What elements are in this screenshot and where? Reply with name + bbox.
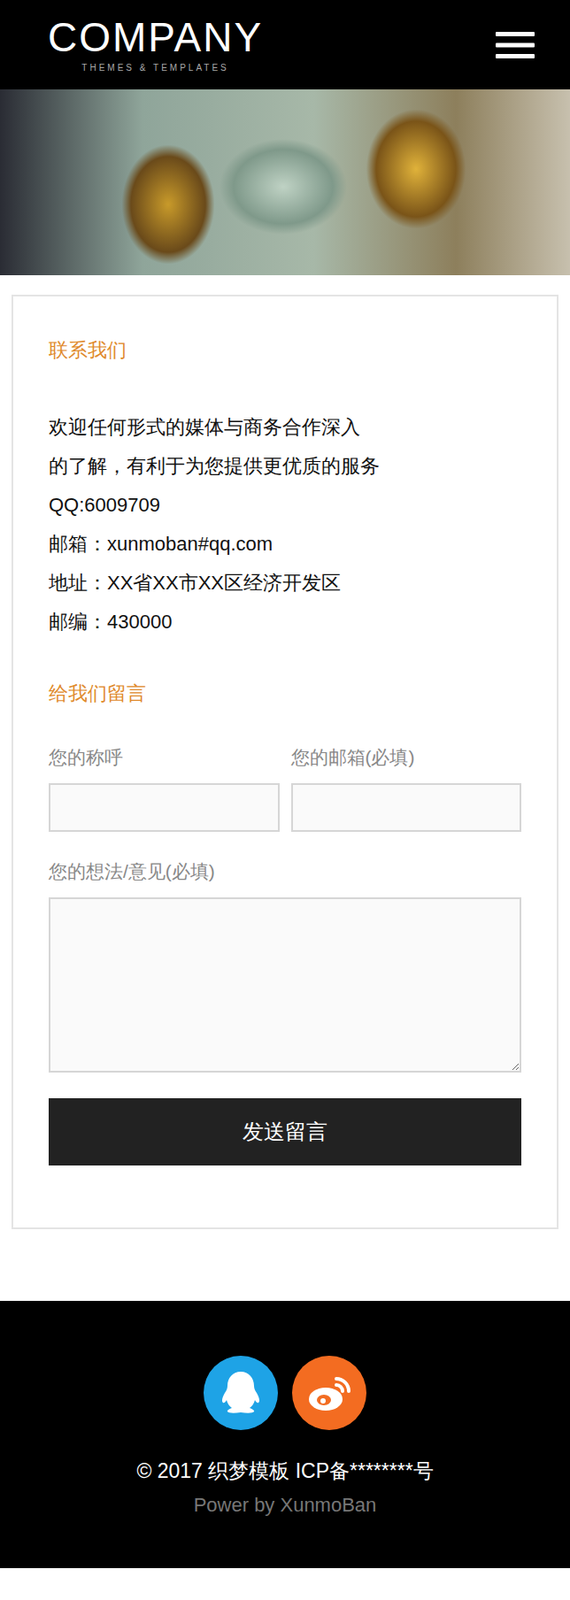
form-title: 给我们留言	[48, 680, 522, 708]
field-label: 您的称呼	[48, 744, 280, 771]
contact-line: QQ:6009709	[48, 485, 522, 525]
social-links	[203, 1355, 367, 1431]
contact-card: 联系我们欢迎任何形式的媒体与商务合作深入的了解，有利于为您提供更优质的服务QQ:…	[11, 294, 559, 1230]
form-field: 您的邮箱(必填)	[291, 744, 523, 859]
qq-icon[interactable]	[203, 1355, 278, 1431]
text-input[interactable]	[48, 783, 280, 832]
logo[interactable]: COMPANY THEMES & TEMPLATES	[47, 16, 263, 73]
footer: © 2017 织梦模板 ICP备********号 Power by XunmoB…	[0, 1301, 570, 1569]
submit-button[interactable]: 发送留言	[48, 1098, 522, 1166]
contact-line: 地址：XX省XX市XX区经济开发区	[48, 563, 522, 603]
field-label: 您的邮箱(必填)	[291, 744, 523, 771]
copyright: © 2017 织梦模板 ICP备********号	[136, 1456, 433, 1486]
field-label: 您的想法/意见(必填)	[48, 858, 522, 886]
page: COMPANY THEMES & TEMPLATES 联系我们欢迎任何形式的媒体与商…	[0, 0, 570, 1569]
message-textarea[interactable]	[48, 897, 522, 1073]
weibo-icon[interactable]	[292, 1355, 367, 1431]
message-form: 您的称呼您的邮箱(必填)您的想法/意见(必填)发送留言	[48, 744, 522, 1166]
header: COMPANY THEMES & TEMPLATES	[0, 0, 570, 90]
contact-info: 欢迎任何形式的媒体与商务合作深入的了解，有利于为您提供更优质的服务QQ:6009…	[48, 408, 522, 642]
menu-icon[interactable]	[495, 30, 535, 61]
form-field: 您的称呼	[48, 744, 280, 859]
form-row: 您的称呼您的邮箱(必填)	[48, 744, 522, 859]
text-input[interactable]	[291, 783, 523, 832]
contact-title: 联系我们	[48, 337, 522, 364]
contact-line: 邮编：430000	[48, 602, 522, 642]
power-by: Power by XunmoBan	[193, 1492, 378, 1519]
contact-line: 欢迎任何形式的媒体与商务合作深入	[48, 408, 522, 447]
logo-tagline: THEMES & TEMPLATES	[81, 62, 229, 73]
hero-image	[0, 89, 570, 276]
contact-line: 的了解，有利于为您提供更优质的服务	[48, 446, 522, 486]
contact-line: 邮箱：xunmoban#qq.com	[48, 524, 522, 564]
message-field: 您的想法/意见(必填)	[48, 858, 522, 1073]
logo-text: COMPANY	[47, 16, 263, 58]
